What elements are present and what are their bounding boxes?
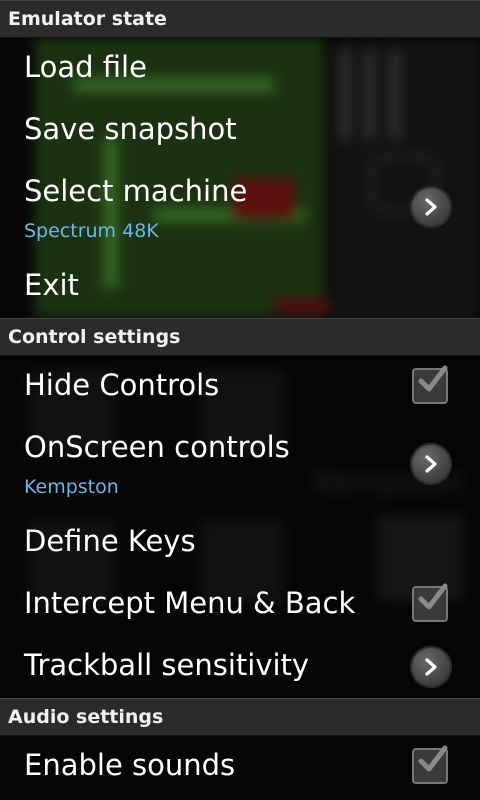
chevron-right-icon[interactable] [410, 443, 452, 485]
enable-sounds-checkbox[interactable] [412, 745, 448, 784]
onscreen-controls-summary: Kempston [24, 476, 119, 498]
chevron-right-icon[interactable] [410, 646, 452, 688]
exit-item[interactable]: Exit [24, 268, 79, 302]
checkmark-icon [418, 745, 448, 772]
define-keys-item[interactable]: Define Keys [24, 524, 196, 558]
select-machine-item[interactable]: Select machine [24, 174, 247, 208]
onscreen-controls-item[interactable]: OnScreen controls [24, 430, 290, 464]
section-header-control-settings: Control settings [0, 318, 480, 356]
select-machine-summary: Spectrum 48K [24, 220, 159, 242]
checkmark-icon [418, 365, 448, 392]
emulator-side-panel [330, 40, 480, 320]
enable-sounds-item[interactable]: Enable sounds [24, 748, 235, 782]
load-file-item[interactable]: Load file [24, 50, 147, 84]
chevron-right-icon[interactable] [410, 186, 452, 228]
checkmark-icon [418, 583, 448, 610]
trackball-sensitivity-item[interactable]: Trackball sensitivity [24, 648, 309, 682]
section-header-audio-settings: Audio settings [0, 698, 480, 736]
save-snapshot-item[interactable]: Save snapshot [24, 112, 237, 146]
section-header-emulator-state: Emulator state [0, 0, 480, 38]
intercept-menu-checkbox[interactable] [412, 583, 448, 622]
settings-screen: Kempston Emulator state Load file Save s… [0, 0, 480, 800]
intercept-menu-back-item[interactable]: Intercept Menu & Back [24, 586, 355, 620]
hide-controls-checkbox[interactable] [412, 365, 448, 404]
hide-controls-item[interactable]: Hide Controls [24, 368, 219, 402]
